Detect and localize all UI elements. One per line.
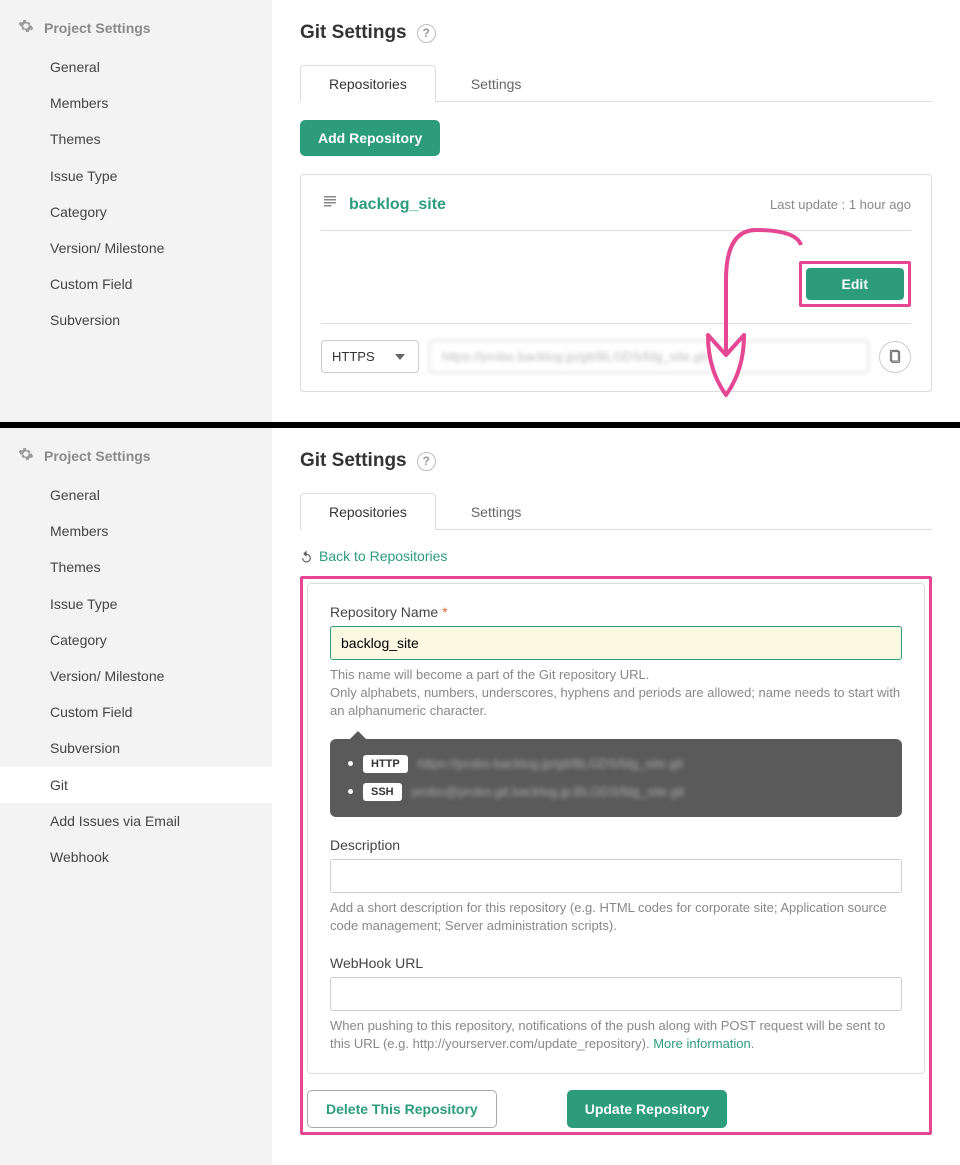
sidebar-item-custom-field[interactable]: Custom Field (0, 266, 272, 302)
tab-settings[interactable]: Settings (442, 493, 551, 530)
page-title-row: Git Settings ? (300, 450, 932, 472)
main-bottom: Git Settings ? Repositories Settings Bac… (272, 428, 960, 1165)
ssh-url-row: SSH probo@probo.git.backlog.jp:BLGDS/blg… (348, 783, 884, 801)
sidebar-item-members[interactable]: Members (0, 85, 272, 121)
protocol-value: HTTPS (332, 349, 375, 364)
repo-header: backlog_site Last update : 1 hour ago (321, 193, 911, 231)
http-url-row: HTTP https://probo.backlog.jp/git/BLGDS/… (348, 755, 884, 773)
sidebar-item-themes[interactable]: Themes (0, 121, 272, 157)
page-title: Git Settings (300, 22, 407, 44)
repository-card: backlog_site Last update : 1 hour ago Ed… (300, 174, 932, 392)
description-help: Add a short description for this reposit… (330, 899, 902, 935)
sidebar-item-custom-field[interactable]: Custom Field (0, 694, 272, 730)
sidebar-top: Project Settings General Members Themes … (0, 0, 272, 422)
add-repository-button[interactable]: Add Repository (300, 120, 440, 156)
form-highlight: Repository Name* This name will become a… (300, 576, 932, 1135)
tab-repositories[interactable]: Repositories (300, 493, 436, 530)
tabs: Repositories Settings (300, 492, 932, 530)
undo-icon (300, 550, 313, 563)
required-icon: * (442, 604, 447, 620)
webhook-input[interactable] (330, 977, 902, 1011)
sidebar-item-subversion[interactable]: Subversion (0, 302, 272, 338)
repo-name-label: Repository Name* (330, 604, 902, 620)
ssh-badge: SSH (363, 783, 402, 801)
sidebar-item-themes[interactable]: Themes (0, 549, 272, 585)
help-icon[interactable]: ? (417, 452, 436, 471)
sidebar-item-subversion[interactable]: Subversion (0, 730, 272, 766)
chevron-down-icon (395, 354, 405, 360)
copy-button[interactable] (879, 341, 911, 373)
repo-name-input[interactable] (330, 626, 902, 660)
divider (321, 323, 911, 324)
sidebar-item-general[interactable]: General (0, 477, 272, 513)
sidebar-item-git[interactable]: Git (0, 767, 272, 803)
page-title: Git Settings (300, 450, 407, 472)
tab-settings[interactable]: Settings (442, 65, 551, 102)
webhook-help: When pushing to this repository, notific… (330, 1017, 902, 1053)
sidebar-item-category[interactable]: Category (0, 194, 272, 230)
action-row: Delete This Repository Update Repository (307, 1090, 925, 1128)
sidebar-item-members[interactable]: Members (0, 513, 272, 549)
sidebar-header: Project Settings (0, 18, 272, 49)
sidebar-title: Project Settings (44, 448, 151, 464)
delete-repository-button[interactable]: Delete This Repository (307, 1090, 497, 1128)
http-badge: HTTP (363, 755, 408, 773)
description-label: Description (330, 837, 902, 853)
sidebar-item-version-milestone[interactable]: Version/ Milestone (0, 658, 272, 694)
http-url: https://probo.backlog.jp/git/BLGDS/blg_s… (418, 756, 683, 771)
sidebar-item-version-milestone[interactable]: Version/ Milestone (0, 230, 272, 266)
sidebar-item-category[interactable]: Category (0, 622, 272, 658)
sidebar-item-add-issues-email[interactable]: Add Issues via Email (0, 803, 272, 839)
protocol-select[interactable]: HTTPS (321, 340, 419, 373)
repo-name-group: backlog_site (321, 193, 446, 216)
edit-highlight: Edit (799, 261, 911, 307)
bullet-icon (348, 761, 353, 766)
help-icon[interactable]: ? (417, 24, 436, 43)
repo-name-help: This name will become a part of the Git … (330, 666, 902, 721)
repo-name[interactable]: backlog_site (349, 196, 446, 214)
back-to-repositories-link[interactable]: Back to Repositories (300, 548, 447, 564)
webhook-label: WebHook URL (330, 955, 902, 971)
tab-repositories[interactable]: Repositories (300, 65, 436, 102)
url-preview: HTTP https://probo.backlog.jp/git/BLGDS/… (330, 739, 902, 817)
gear-icon (18, 18, 34, 37)
clone-url-field[interactable]: https://probo.backlog.jp/git/BLGDS/blg_s… (429, 340, 869, 373)
gear-icon (18, 446, 34, 465)
sidebar-header: Project Settings (0, 446, 272, 477)
update-repository-button[interactable]: Update Repository (567, 1090, 727, 1128)
repository-icon (321, 193, 349, 216)
edit-button[interactable]: Edit (806, 268, 904, 300)
sidebar-item-issue-type[interactable]: Issue Type (0, 586, 272, 622)
sidebar-title: Project Settings (44, 20, 151, 36)
page-title-row: Git Settings ? (300, 22, 932, 44)
bullet-icon (348, 789, 353, 794)
ssh-url: probo@probo.git.backlog.jp:BLGDS/blg_sit… (412, 784, 685, 799)
edit-repository-form: Repository Name* This name will become a… (307, 583, 925, 1074)
repo-last-update: Last update : 1 hour ago (770, 197, 911, 212)
sidebar-item-issue-type[interactable]: Issue Type (0, 158, 272, 194)
clone-row: HTTPS https://probo.backlog.jp/git/BLGDS… (321, 340, 911, 373)
sidebar-bottom: Project Settings General Members Themes … (0, 428, 272, 1165)
sidebar-item-webhook[interactable]: Webhook (0, 839, 272, 875)
sidebar-item-general[interactable]: General (0, 49, 272, 85)
tabs: Repositories Settings (300, 64, 932, 102)
description-input[interactable] (330, 859, 902, 893)
main-top: Git Settings ? Repositories Settings Add… (272, 0, 960, 422)
more-information-link[interactable]: More information (653, 1036, 751, 1051)
clipboard-icon (887, 349, 903, 365)
